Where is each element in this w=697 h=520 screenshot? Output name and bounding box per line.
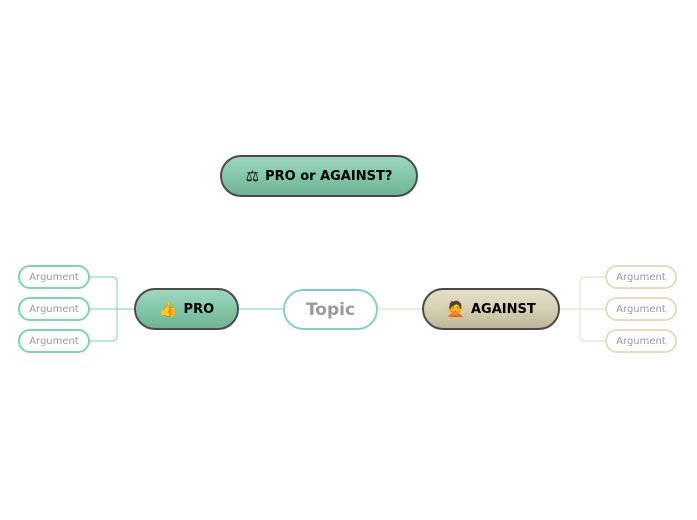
connector-lines bbox=[90, 276, 605, 342]
thumbs-up-icon: 👍 bbox=[158, 299, 178, 318]
topic-node-label: Topic bbox=[305, 299, 356, 320]
against-node[interactable]: 🙅 AGAINST bbox=[422, 288, 560, 330]
argument-label: Argument bbox=[29, 335, 79, 347]
against-argument-node[interactable]: Argument bbox=[605, 329, 677, 353]
pro-argument-node[interactable]: Argument bbox=[18, 265, 90, 289]
title-node[interactable]: ⚖ PRO or AGAINST? bbox=[220, 155, 418, 197]
argument-label: Argument bbox=[29, 303, 79, 315]
argument-label: Argument bbox=[29, 271, 79, 283]
against-argument-node[interactable]: Argument bbox=[605, 297, 677, 321]
argument-label: Argument bbox=[616, 303, 666, 315]
pro-node-label: PRO bbox=[183, 301, 215, 317]
title-node-label: PRO or AGAINST? bbox=[265, 168, 393, 184]
pro-node[interactable]: 👍 PRO bbox=[134, 288, 239, 330]
argument-label: Argument bbox=[616, 335, 666, 347]
against-node-label: AGAINST bbox=[470, 301, 536, 317]
link-against-arguments bbox=[560, 276, 605, 342]
pro-argument-node[interactable]: Argument bbox=[18, 329, 90, 353]
person-gesturing-no-icon: 🙅 bbox=[446, 299, 465, 318]
topic-node[interactable]: Topic bbox=[283, 289, 378, 330]
gavel-icon: ⚖ bbox=[245, 166, 260, 185]
argument-label: Argument bbox=[616, 271, 666, 283]
pro-argument-node[interactable]: Argument bbox=[18, 297, 90, 321]
link-pro-arguments bbox=[90, 276, 134, 342]
against-argument-node[interactable]: Argument bbox=[605, 265, 677, 289]
